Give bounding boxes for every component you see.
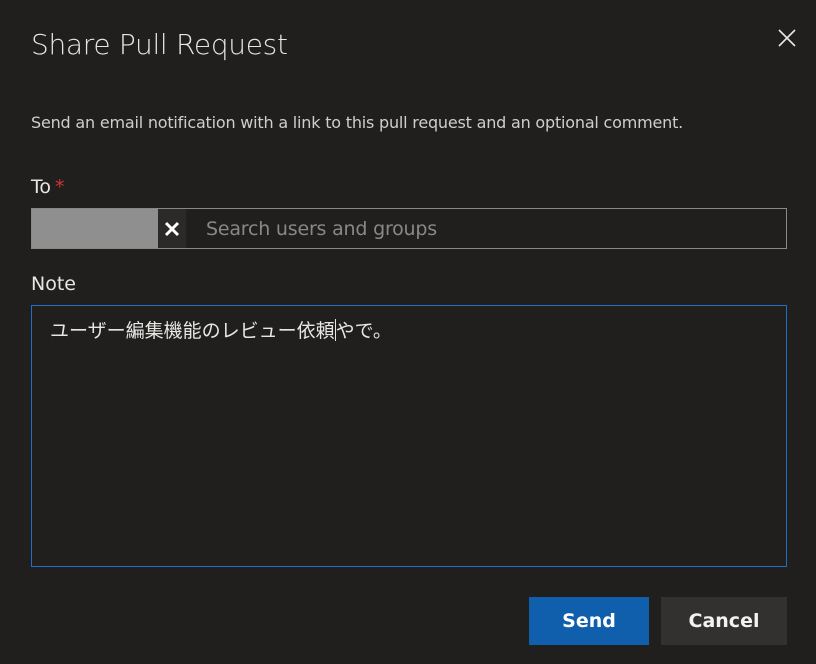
dialog-description: Send an email notification with a link t… — [31, 113, 684, 132]
to-label-text: To — [31, 176, 52, 198]
to-field-label: To * — [31, 176, 65, 198]
to-recipients-field[interactable] — [31, 208, 787, 249]
required-marker: * — [55, 176, 65, 198]
search-users-input[interactable] — [186, 209, 786, 248]
cancel-button[interactable]: Cancel — [661, 597, 787, 645]
remove-recipient-button[interactable] — [158, 209, 186, 248]
recipient-chip-name — [32, 209, 158, 248]
dialog-title: Share Pull Request — [31, 28, 288, 61]
close-icon — [778, 29, 796, 47]
note-textarea[interactable]: ユーザー編集機能のレビュー依頼やで。 — [31, 305, 787, 567]
note-text-after-caret: やで。 — [335, 320, 392, 342]
send-button[interactable]: Send — [529, 597, 649, 645]
share-pull-request-dialog: Share Pull Request Send an email notific… — [0, 0, 816, 664]
close-button[interactable] — [771, 22, 803, 54]
close-icon — [164, 221, 180, 236]
recipient-chip — [32, 209, 186, 248]
note-field-label: Note — [31, 273, 76, 295]
note-text-before-caret: ユーザー編集機能のレビュー依頼 — [50, 320, 335, 342]
